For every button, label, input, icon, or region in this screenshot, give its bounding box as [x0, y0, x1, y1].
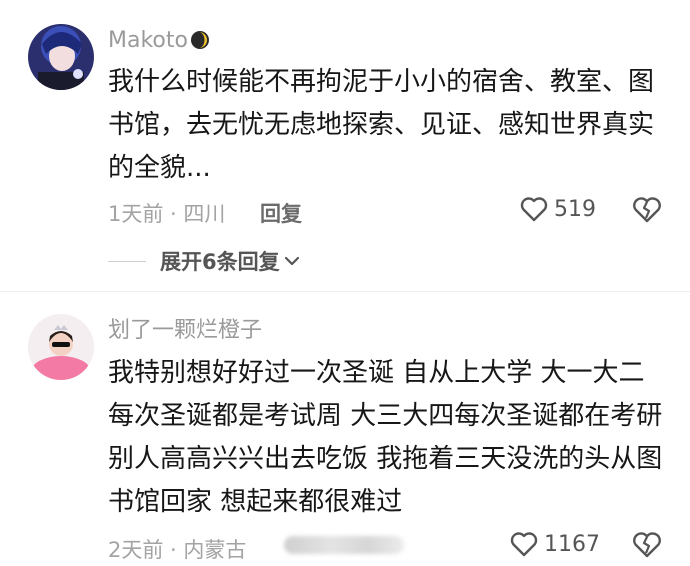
like-count: 1167: [544, 531, 600, 557]
comment-line: 我特别想好好过一次圣诞 自从上大学 大一大二: [108, 358, 645, 388]
like-button[interactable]: 1167: [510, 531, 600, 557]
avatar-image: [28, 24, 94, 90]
expand-replies-label: 展开6条回复: [160, 250, 280, 274]
avatar-image: [28, 314, 94, 380]
divider-line: [108, 260, 146, 262]
comment-text: 我什么时候能不再拘泥于小小的宿舍、教室、图 书馆，去无忧无虑地探索、见证、感知世…: [108, 61, 654, 190]
reply-button[interactable]: [284, 536, 404, 554]
comment-line: 书馆，去无忧无虑地探索、见证、感知世界真实: [108, 110, 655, 140]
comment-separator: [0, 291, 690, 292]
broken-heart-icon: [633, 197, 661, 223]
comment-username[interactable]: 划了一颗烂橙子: [108, 318, 262, 344]
comment-meta: 1天前 · 四川: [108, 202, 226, 226]
comment-line: 书馆回家 想起来都很难过: [108, 487, 403, 517]
reply-button[interactable]: 回复: [260, 198, 302, 228]
chevron-down-icon: [284, 256, 299, 266]
broken-heart-icon: [633, 532, 661, 558]
like-count: 519: [554, 196, 596, 222]
dislike-button[interactable]: [632, 531, 662, 563]
avatar[interactable]: [28, 24, 94, 90]
comment-username[interactable]: Makoto: [108, 28, 210, 54]
comment-line: 每次圣诞都是考试周 大三大四每次圣诞都在考研: [108, 401, 663, 431]
heart-outline-icon: [510, 532, 538, 557]
moon-icon: [190, 31, 209, 49]
expand-replies-button[interactable]: 展开6条回复: [108, 246, 300, 276]
heart-outline-icon: [520, 197, 548, 222]
comment-meta: 2天前 · 内蒙古: [108, 538, 247, 562]
username-text[interactable]: Makoto: [108, 28, 188, 53]
avatar[interactable]: [28, 314, 94, 380]
dislike-button[interactable]: [632, 196, 662, 228]
comment-text: 我特别想好好过一次圣诞 自从上大学 大一大二 每次圣诞都是考试周 大三大四每次圣…: [108, 352, 662, 524]
comment-line: 我什么时候能不再拘泥于小小的宿舍、教室、图: [108, 67, 655, 97]
like-button[interactable]: 519: [520, 196, 596, 222]
comment-line: 的全貌...: [108, 153, 211, 183]
comment-line: 别人高高兴兴出去吃饭 我拖着三天没洗的头从图: [108, 444, 663, 474]
